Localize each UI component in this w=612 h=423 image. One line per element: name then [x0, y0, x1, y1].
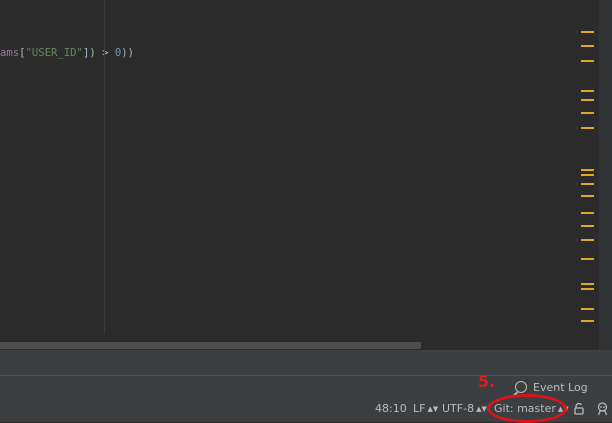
horizontal-scroll-thumb[interactable]	[0, 342, 421, 349]
tool-window-gap	[0, 350, 612, 375]
updown-arrow-icon: ▲▼	[427, 405, 439, 413]
right-margin-guide	[104, 0, 105, 350]
warning-marker[interactable]	[581, 283, 594, 285]
event-log-icon	[515, 381, 527, 393]
horizontal-scrollbar[interactable]	[0, 333, 599, 350]
warning-marker[interactable]	[581, 99, 594, 101]
warning-marker[interactable]	[581, 308, 594, 310]
event-log-label: Event Log	[533, 380, 588, 394]
warning-marker[interactable]	[581, 127, 594, 129]
warning-marker[interactable]	[581, 212, 594, 214]
lock-icon[interactable]	[574, 402, 584, 415]
warning-marker[interactable]	[581, 320, 594, 322]
code-token-op: ]) >	[82, 47, 115, 59]
warning-marker[interactable]	[581, 288, 594, 290]
code-token-op: ))	[121, 47, 134, 59]
warning-marker[interactable]	[581, 174, 594, 176]
warning-marker[interactable]	[581, 45, 594, 47]
warning-marker[interactable]	[581, 225, 594, 227]
right-gutter	[599, 0, 612, 350]
warning-marker[interactable]	[581, 90, 594, 92]
warning-marker[interactable]	[581, 258, 594, 260]
annotation-step-number: 5.	[478, 372, 496, 391]
warning-marker[interactable]	[581, 169, 594, 171]
warning-marker[interactable]	[581, 239, 594, 241]
code-token-string: "USER_ID"	[25, 47, 83, 59]
line-separator-selector[interactable]: LF ▲▼	[413, 402, 438, 416]
code-editor[interactable]: ams["USER_ID"]) > 0))	[0, 0, 578, 333]
error-stripe[interactable]	[578, 0, 599, 333]
annotation-circle	[487, 394, 567, 423]
inspector-icon[interactable]	[596, 402, 609, 416]
warning-marker[interactable]	[581, 60, 594, 62]
file-encoding-selector[interactable]: UTF-8 ▲▼	[442, 402, 487, 416]
line-separator-label: LF	[413, 402, 426, 415]
file-encoding-label: UTF-8	[442, 402, 475, 415]
warning-marker[interactable]	[581, 112, 594, 114]
updown-arrow-icon: ▲▼	[476, 405, 487, 413]
caret-position[interactable]: 48:10	[375, 402, 407, 416]
warning-marker[interactable]	[581, 195, 594, 197]
code-token-name: ams	[0, 47, 20, 59]
code-line[interactable]: ams["USER_ID"]) > 0))	[0, 45, 134, 61]
warning-marker[interactable]	[581, 183, 594, 185]
warning-marker[interactable]	[581, 31, 594, 33]
